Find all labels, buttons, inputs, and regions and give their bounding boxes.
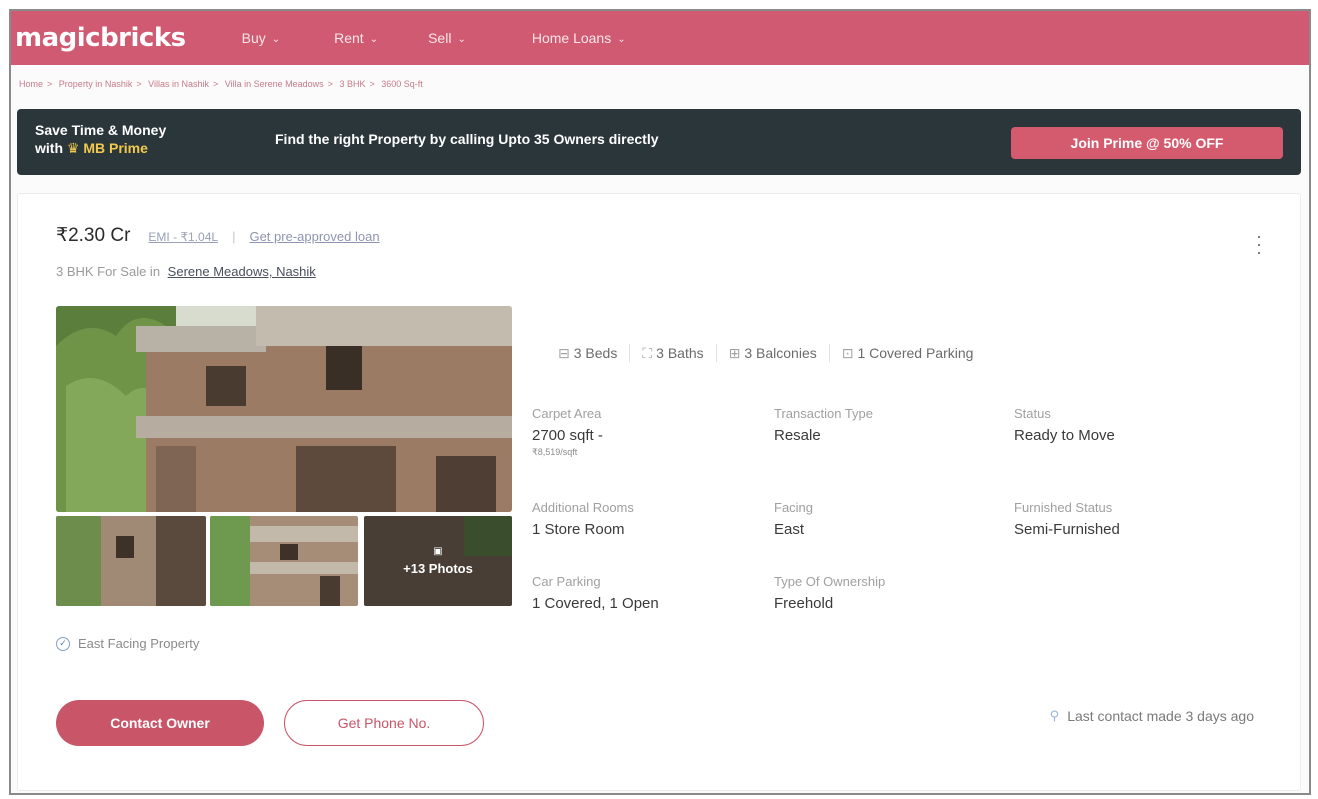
- nav-item-label: Rent: [334, 30, 364, 46]
- nav-item-sell[interactable]: Sell ⌄: [428, 30, 466, 46]
- nav-item-label: Sell: [428, 30, 452, 46]
- breadcrumb-item-size: 3600 Sq-ft: [381, 79, 423, 89]
- location-link[interactable]: Serene Meadows, Nashik: [168, 264, 316, 279]
- breadcrumb-item-city[interactable]: Property in Nashik: [59, 79, 133, 89]
- bath-icon: ⛶: [642, 344, 653, 361]
- detail-car-parking: Car Parking 1 Covered, 1 Open: [532, 574, 659, 612]
- last-contact-info: ⚲ Last contact made 3 days ago: [1049, 708, 1254, 724]
- amenities-row: ⊟ 3 Beds ⛶ 3 Baths ⊞ 3 Balconies ⊡ 1 Cov…: [558, 344, 973, 362]
- pre-approved-loan-link[interactable]: Get pre-approved loan: [249, 229, 379, 244]
- camera-icon: ▣: [433, 546, 443, 557]
- amenity-beds: ⊟ 3 Beds: [558, 344, 618, 362]
- property-card: ₹2.30 Cr EMI - ₹1.04L | Get pre-approved…: [17, 193, 1301, 791]
- facing-tag: ✓ East Facing Property: [56, 636, 199, 651]
- parking-icon: ⊡: [841, 344, 854, 361]
- detail-carpet-area: Carpet Area 2700 sqft - ₹8,519/sqft: [532, 406, 603, 457]
- balcony-icon: ⊞: [728, 344, 741, 361]
- main-property-photo[interactable]: [56, 306, 512, 512]
- amenity-parking: ⊡ 1 Covered Parking: [841, 344, 974, 362]
- facing-tag-label: East Facing Property: [78, 636, 200, 651]
- nav-item-buy[interactable]: Buy ⌄: [242, 30, 281, 46]
- detail-additional-rooms: Additional Rooms 1 Store Room: [532, 500, 634, 538]
- detail-status: Status Ready to Move: [1014, 406, 1115, 444]
- prime-headline: Save Time & Money with ♛ MB Prime: [35, 121, 166, 157]
- chevron-down-icon: ⌄: [271, 33, 281, 45]
- breadcrumb-item-bhk[interactable]: 3 BHK: [339, 79, 365, 89]
- price-row: ₹2.30 Cr EMI - ₹1.04L | Get pre-approved…: [56, 224, 380, 247]
- check-circle-icon: ✓: [56, 636, 70, 651]
- prime-line-2: with ♛ MB Prime: [35, 140, 148, 156]
- amenity-baths: ⛶ 3 Baths: [642, 344, 704, 362]
- nav-item-label: Buy: [241, 30, 266, 46]
- top-navbar: magicbricks Buy ⌄ Rent ⌄ Sell ⌄ Home Loa…: [11, 11, 1309, 65]
- contact-owner-button[interactable]: Contact Owner: [56, 700, 264, 746]
- detail-furnished-status: Furnished Status Semi-Furnished: [1014, 500, 1120, 538]
- chevron-down-icon: ⌄: [369, 33, 379, 45]
- more-photos-thumbnail[interactable]: ▣ +13 Photos: [364, 516, 512, 606]
- detail-transaction-type: Transaction Type Resale: [774, 406, 873, 444]
- emi-link[interactable]: EMI - ₹1.04L: [148, 230, 218, 244]
- property-price: ₹2.30 Cr: [56, 225, 131, 246]
- nav-item-rent[interactable]: Rent ⌄: [334, 30, 378, 46]
- amenity-balconies: ⊞ 3 Balconies: [728, 344, 817, 362]
- join-prime-button[interactable]: Join Prime @ 50% OFF: [1011, 127, 1283, 159]
- crown-icon: ♛: [66, 140, 80, 156]
- detail-ownership: Type Of Ownership Freehold: [774, 574, 886, 612]
- breadcrumb-item-villas[interactable]: Villas in Nashik: [148, 79, 209, 89]
- building-photo: [56, 306, 512, 512]
- breadcrumb-item-project[interactable]: Villa in Serene Meadows: [225, 79, 324, 89]
- prime-line-1: Save Time & Money: [35, 122, 167, 138]
- more-options-icon[interactable]: · · ·: [1256, 227, 1262, 261]
- brand-logo[interactable]: magicbricks: [15, 23, 186, 53]
- prime-brand: MB Prime: [83, 140, 148, 156]
- nav-menu: Buy ⌄ Rent ⌄ Sell ⌄ Home Loans ⌄: [226, 30, 626, 46]
- page-frame: magicbricks Buy ⌄ Rent ⌄ Sell ⌄ Home Loa…: [9, 9, 1311, 795]
- chevron-down-icon: ⌄: [457, 33, 466, 45]
- person-icon: ⚲: [1049, 708, 1060, 723]
- thumbnail-photo[interactable]: [56, 516, 206, 606]
- nav-item-label: Home Loans: [531, 30, 612, 46]
- bed-icon: ⊟: [558, 344, 570, 361]
- prime-banner: Save Time & Money with ♛ MB Prime Find t…: [17, 109, 1301, 175]
- breadcrumb: Home > Property in Nashik > Villas in Nash…: [19, 79, 423, 89]
- property-subtitle: 3 BHK For Sale in Serene Meadows, Nashik: [56, 264, 316, 279]
- thumbnail-photo[interactable]: [210, 516, 358, 606]
- get-phone-button[interactable]: Get Phone No.: [284, 700, 484, 746]
- nav-item-home-loans[interactable]: Home Loans ⌄: [532, 30, 626, 46]
- more-photos-count: +13 Photos: [403, 561, 473, 576]
- breadcrumb-item-home[interactable]: Home: [19, 79, 43, 89]
- divider: |: [232, 229, 236, 244]
- detail-facing: Facing East: [774, 500, 814, 538]
- prime-message: Find the right Property by calling Upto …: [275, 131, 659, 147]
- chevron-down-icon: ⌄: [617, 33, 626, 45]
